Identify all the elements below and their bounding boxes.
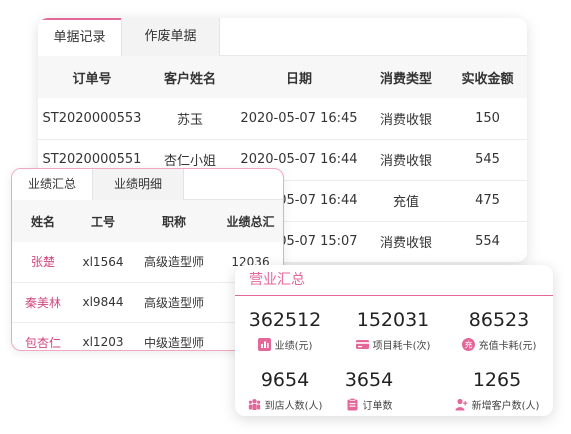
amount: 545: [448, 139, 527, 181]
order-no: ST2020000553: [38, 98, 146, 140]
stat-label: 充值卡耗(元): [478, 341, 537, 352]
order-date: 2020-05-07 16:45: [234, 98, 364, 140]
column-header-amount: 实收金额: [448, 56, 527, 98]
table-row[interactable]: ST2020000553 苏玉 2020-05-07 16:45 消费收银 15…: [38, 98, 527, 140]
stat-new-customers: 1265 新增客户数(人): [441, 369, 553, 412]
customer-name: 苏玉: [146, 98, 234, 140]
staff-title: 中级造型师: [132, 322, 216, 350]
staff-title: 高级造型师: [132, 242, 216, 283]
stat-label-row: 业绩(元): [235, 337, 335, 352]
staff-id: xl1203: [74, 322, 132, 350]
consume-type: 消费收银: [364, 221, 448, 262]
add-user-icon: [455, 398, 468, 411]
tab-voided-receipts[interactable]: 作废单据: [121, 18, 220, 56]
stat-label-row: 充 充值卡耗(元): [449, 337, 549, 352]
staff-name[interactable]: 包杏仁: [12, 322, 74, 350]
consume-type: 消费收银: [364, 139, 448, 181]
consume-type: 充值: [364, 180, 448, 222]
stat-label: 到店人数(人): [264, 401, 323, 412]
stat-value: 1265: [472, 369, 522, 391]
stat-value: 362512: [248, 309, 322, 331]
stat-revenue: 362512 业绩(元): [235, 309, 335, 352]
chart-icon: [257, 338, 271, 351]
column-header-total: 业绩总汇: [216, 200, 283, 242]
card-icon: [355, 338, 369, 351]
stat-label: 业绩(元): [274, 341, 313, 352]
stat-label-row: 订单数: [319, 397, 419, 412]
stat-label-row: 项目耗卡(次): [343, 337, 443, 352]
stat-label: 订单数: [362, 401, 393, 412]
column-header-order-no: 订单号: [38, 56, 146, 98]
business-summary-title: 营业汇总: [235, 265, 553, 296]
column-header-date: 日期: [234, 56, 364, 98]
svg-text:充: 充: [464, 339, 472, 349]
staff-name[interactable]: 张楚: [12, 242, 74, 283]
column-header-title: 职称: [132, 200, 216, 242]
business-summary-panel: 营业汇总 362512 业绩(元) 152031 项目耗卡(次) 86523 充…: [235, 265, 553, 416]
performance-tabs: 业绩汇总 业绩明细: [12, 169, 283, 200]
stat-recharge-usage: 86523 充 充值卡耗(元): [449, 309, 549, 352]
column-header-consume-type: 消费类型: [364, 56, 448, 98]
column-header-name: 姓名: [12, 200, 74, 242]
tab-performance-detail[interactable]: 业绩明细: [92, 169, 184, 200]
stat-value: 86523: [468, 309, 530, 331]
receipt-table-header: 订单号 客户姓名 日期 消费类型 实收金额: [38, 56, 527, 98]
receipt-tabs: 单据记录 作废单据: [38, 18, 527, 56]
column-header-staff-id: 工号: [74, 200, 132, 242]
people-icon: [248, 398, 261, 411]
stat-label-row: 新增客户数(人): [441, 397, 553, 412]
consume-type: 消费收银: [364, 98, 448, 140]
amount: 554: [448, 221, 527, 262]
tab-receipt-records[interactable]: 单据记录: [38, 18, 121, 56]
stat-value: 152031: [356, 309, 430, 331]
staff-id: xl1564: [74, 242, 132, 283]
tab-performance-summary[interactable]: 业绩汇总: [12, 169, 92, 200]
amount: 475: [448, 180, 527, 222]
stat-card-usage: 152031 项目耗卡(次): [343, 309, 443, 352]
column-header-customer-name: 客户姓名: [146, 56, 234, 98]
stat-label: 新增客户数(人): [471, 401, 540, 412]
recharge-icon: 充: [461, 338, 475, 351]
amount: 150: [448, 98, 527, 140]
stat-value: 3654: [344, 369, 394, 391]
stat-label: 项目耗卡(次): [372, 341, 431, 352]
performance-table-header: 姓名 工号 职称 业绩总汇: [12, 200, 283, 242]
staff-name[interactable]: 秦美林: [12, 282, 74, 323]
staff-title: 高级造型师: [132, 282, 216, 323]
stat-orders: 3654 订单数: [319, 369, 419, 412]
staff-id: xl9844: [74, 282, 132, 323]
order-icon: [346, 398, 359, 411]
